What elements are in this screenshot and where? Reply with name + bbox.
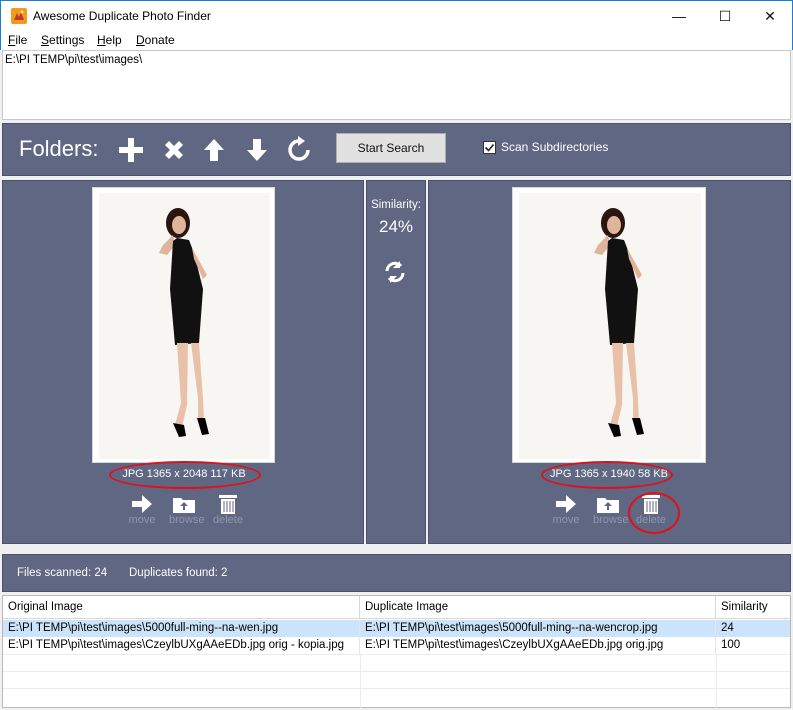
menu-donate[interactable]: Donate (136, 33, 175, 47)
similarity-panel: Similarity: 24% (366, 180, 426, 544)
folder-open-icon (597, 498, 619, 513)
column-header-duplicate[interactable]: Duplicate Image (360, 596, 716, 619)
duplicate-cell: E:\PI TEMP\pi\test\images\5000full-ming-… (360, 620, 716, 637)
highlight-oval (628, 492, 680, 534)
plus-icon[interactable] (117, 136, 145, 164)
highlight-oval (541, 461, 673, 489)
woman-photo-image (99, 193, 270, 459)
table-row[interactable]: E:\PI TEMP\pi\test\images\5000full-ming-… (3, 620, 790, 637)
arrow-up-icon[interactable] (200, 136, 228, 164)
column-header-original[interactable]: Original Image (3, 596, 360, 619)
x-icon[interactable] (160, 136, 188, 164)
folder-open-icon (173, 498, 195, 513)
highlight-oval (109, 461, 261, 489)
checkmark-icon (484, 143, 495, 152)
woman-photo-image (519, 193, 701, 459)
results-table: Original Image Duplicate Image Similarit… (2, 595, 791, 708)
refresh-icon[interactable] (285, 136, 313, 164)
app-logo-icon (11, 8, 27, 24)
minimize-button[interactable]: — (656, 1, 702, 31)
menu-file[interactable]: File (8, 33, 27, 47)
original-browse-button[interactable]: browse (169, 494, 204, 526)
swap-icon[interactable] (383, 260, 407, 284)
similarity-label: Similarity: (371, 199, 421, 211)
row-divider (3, 654, 790, 655)
folder-list[interactable]: E:\PI TEMP\pi\test\images\ (2, 50, 791, 120)
menu-settings[interactable]: Settings (41, 33, 84, 47)
duplicate-photo (512, 187, 706, 463)
maximize-button[interactable]: ☐ (702, 1, 748, 31)
column-divider (360, 654, 361, 708)
similarity-value: 24% (378, 217, 414, 236)
original-delete-button[interactable]: delete (213, 494, 243, 526)
start-search-button[interactable]: Start Search (336, 133, 446, 163)
folders-label: Folders: (19, 136, 99, 161)
arrow-right-icon (556, 495, 576, 513)
folders-toolbar: Folders: Start Search Scan Subdirectorie… (2, 123, 791, 176)
row-divider (3, 671, 790, 672)
original-image-panel: JPG 1365 x 2048 117 KB move browse delet… (2, 180, 364, 544)
status-bar: Files scanned: 24 Duplicates found: 2 (2, 554, 791, 592)
files-scanned-text: Files scanned: 24 (17, 567, 108, 579)
close-button[interactable]: ✕ (747, 1, 793, 31)
trash-icon (219, 495, 237, 514)
title-bar: Awesome Duplicate Photo Finder — ☐ ✕ (0, 0, 793, 30)
scan-subdirectories-label: Scan Subdirectories (501, 140, 609, 154)
original-cell: E:\PI TEMP\pi\test\images\5000full-ming-… (3, 620, 360, 637)
duplicate-image-panel: JPG 1365 x 1940 58 KB move browse delete (428, 180, 791, 544)
arrow-down-icon[interactable] (243, 136, 271, 164)
window-title: Awesome Duplicate Photo Finder (33, 9, 211, 23)
similarity-cell: 24 (721, 622, 734, 634)
row-divider (3, 688, 790, 689)
duplicate-move-button[interactable]: move (551, 494, 581, 526)
folder-path-item[interactable]: E:\PI TEMP\pi\test\images\ (5, 54, 142, 66)
original-move-button[interactable]: move (127, 494, 157, 526)
table-row[interactable]: E:\PI TEMP\pi\test\images\CzeylbUXgAAeED… (3, 637, 790, 654)
arrow-right-icon (132, 495, 152, 513)
duplicate-cell: E:\PI TEMP\pi\test\images\CzeylbUXgAAeED… (360, 637, 716, 654)
menu-help[interactable]: Help (97, 33, 122, 47)
column-header-similarity[interactable]: Similarity (716, 596, 790, 619)
column-divider (716, 654, 717, 708)
duplicate-browse-button[interactable]: browse (593, 494, 628, 526)
duplicates-found-text: Duplicates found: 2 (129, 567, 228, 579)
menu-bar: File Settings Help Donate (0, 30, 793, 50)
scan-subdirectories-checkbox[interactable] (483, 141, 496, 154)
original-cell: E:\PI TEMP\pi\test\images\CzeylbUXgAAeED… (3, 637, 360, 654)
similarity-cell: 100 (721, 639, 741, 651)
original-photo (92, 187, 275, 463)
